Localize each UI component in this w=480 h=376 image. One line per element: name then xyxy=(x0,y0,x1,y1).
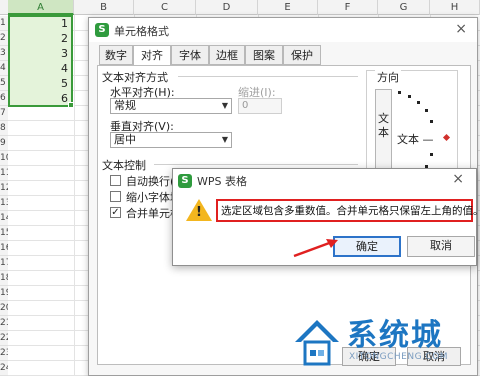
row-header[interactable]: 11 xyxy=(0,166,8,181)
text-alignment-heading: 文本对齐方式 xyxy=(102,71,168,84)
tab-protection[interactable]: 保护 xyxy=(283,45,321,65)
shrink-to-fit-checkbox[interactable] xyxy=(110,191,121,202)
row-header[interactable]: 21 xyxy=(0,316,8,331)
selection-border xyxy=(8,15,73,107)
watermark-brand: 系统城 xyxy=(347,318,443,353)
merge-cells-checkbox[interactable]: ✓ xyxy=(110,207,121,218)
divider xyxy=(154,164,358,165)
row-header[interactable]: 22 xyxy=(0,331,8,346)
wps-logo-icon: S xyxy=(178,174,192,188)
column-header-c[interactable]: C xyxy=(134,0,196,15)
tab-number[interactable]: 数字 xyxy=(99,45,133,65)
alert-cancel-button[interactable]: 取消 xyxy=(407,236,475,257)
row-header[interactable]: 18 xyxy=(0,271,8,286)
row-header[interactable]: 19 xyxy=(0,286,8,301)
watermark: 系统城 XITONGCHENG.COM xyxy=(287,312,473,372)
row-header[interactable]: 13 xyxy=(0,196,8,211)
horizontal-align-value: 常规 xyxy=(114,99,136,112)
orientation-dot[interactable] xyxy=(408,95,411,98)
row-header[interactable]: 20 xyxy=(0,301,8,316)
fill-handle[interactable] xyxy=(68,102,74,108)
row-header[interactable]: 12 xyxy=(0,181,8,196)
row-header[interactable]: 17 xyxy=(0,256,8,271)
alert-title: WPS 表格 xyxy=(197,175,247,188)
warning-mark: ! xyxy=(196,205,202,220)
row-header[interactable]: 5 xyxy=(0,76,8,91)
horizontal-align-select[interactable]: 常规 ▼ xyxy=(110,98,232,114)
row-header[interactable]: 24 xyxy=(0,361,8,376)
orientation-heading: 方向 xyxy=(375,69,401,85)
row-header[interactable]: 16 xyxy=(0,241,8,256)
row-header[interactable]: 3 xyxy=(0,46,8,61)
row-header[interactable]: 15 xyxy=(0,226,8,241)
dialog-title: 单元格格式 xyxy=(114,25,169,38)
orientation-dot[interactable] xyxy=(398,91,401,94)
column-header-e[interactable]: E xyxy=(258,0,318,15)
tab-pattern[interactable]: 图案 xyxy=(245,45,283,65)
grid-line xyxy=(74,15,75,376)
tab-alignment[interactable]: 对齐 xyxy=(133,45,171,66)
orientation-dot[interactable] xyxy=(425,109,428,112)
row-header[interactable]: 1 xyxy=(0,16,8,31)
orientation-dot[interactable] xyxy=(430,153,433,156)
row-header[interactable]: 8 xyxy=(0,121,8,136)
row-header[interactable]: 14 xyxy=(0,211,8,226)
house-logo-icon xyxy=(295,320,339,366)
column-header-d[interactable]: D xyxy=(196,0,258,15)
indent-stepper[interactable]: 0 xyxy=(238,98,282,114)
dialog-title-bar[interactable]: S 单元格格式 × xyxy=(89,18,477,42)
watermark-url: XITONGCHENG.COM xyxy=(349,352,449,362)
column-header-h[interactable]: H xyxy=(430,0,480,15)
indent-value: 0 xyxy=(242,100,249,111)
row-header[interactable]: 4 xyxy=(0,61,8,76)
chevron-down-icon: ▼ xyxy=(221,135,228,144)
orientation-preview-text: 文本 — xyxy=(397,133,434,146)
tab-font[interactable]: 字体 xyxy=(171,45,209,65)
row-header[interactable]: 23 xyxy=(0,346,8,361)
red-arrow-icon xyxy=(293,239,338,258)
text-control-heading: 文本控制 xyxy=(102,159,146,172)
column-header-b[interactable]: B xyxy=(74,0,134,15)
orientation-dot[interactable] xyxy=(430,120,433,123)
row-header[interactable]: 2 xyxy=(0,31,8,46)
close-icon[interactable]: × xyxy=(455,21,467,37)
alert-ok-button[interactable]: 确定 xyxy=(333,236,401,257)
row-header[interactable]: 10 xyxy=(0,151,8,166)
wps-logo-icon: S xyxy=(95,23,109,37)
close-icon[interactable]: × xyxy=(452,171,464,187)
wrap-text-checkbox[interactable] xyxy=(110,175,121,186)
chevron-down-icon: ▼ xyxy=(221,101,228,110)
vertical-align-value: 居中 xyxy=(114,133,136,146)
orientation-dot[interactable] xyxy=(417,101,420,104)
column-header-g[interactable]: G xyxy=(378,0,430,15)
row-header[interactable]: 6 xyxy=(0,91,8,106)
tab-border[interactable]: 边框 xyxy=(209,45,245,65)
vertical-align-select[interactable]: 居中 ▼ xyxy=(110,132,232,148)
column-header-a[interactable]: A xyxy=(8,0,74,15)
row-header[interactable]: 9 xyxy=(0,136,8,151)
row-header[interactable]: 7 xyxy=(0,106,8,121)
wrap-text-label: 自动换行( xyxy=(126,175,175,188)
divider xyxy=(178,76,358,77)
vertical-text-toggle[interactable]: 文本 xyxy=(375,89,392,169)
orientation-handle[interactable] xyxy=(442,133,451,142)
column-header-f[interactable]: F xyxy=(318,0,378,15)
alert-message: 选定区域包含多重数值。合并单元格只保留左上角的值。 xyxy=(221,205,480,217)
